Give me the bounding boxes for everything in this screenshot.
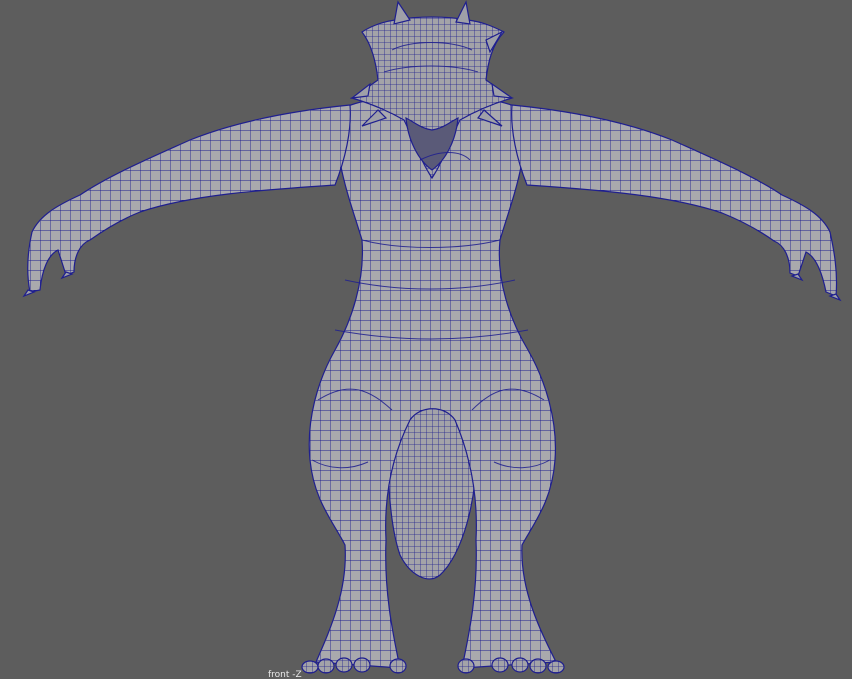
right-cheek-spike — [491, 82, 513, 99]
right-claw-2 — [790, 273, 804, 282]
left-claw-2 — [60, 271, 74, 280]
creature-body[interactable] — [22, 0, 842, 674]
left-arm-mesh — [27, 104, 351, 293]
left-claw-1 — [22, 289, 36, 298]
right-claw-1 — [828, 293, 842, 302]
3d-viewport[interactable]: front -Z — [0, 0, 852, 679]
camera-label: front -Z — [268, 670, 302, 679]
left-cheek-spike — [349, 82, 371, 99]
right-arm-mesh — [511, 104, 838, 297]
creature-mesh-icon[interactable] — [0, 0, 852, 679]
left-horn — [393, 0, 411, 25]
torso-legs-mesh — [308, 94, 557, 669]
right-horn — [455, 0, 471, 25]
